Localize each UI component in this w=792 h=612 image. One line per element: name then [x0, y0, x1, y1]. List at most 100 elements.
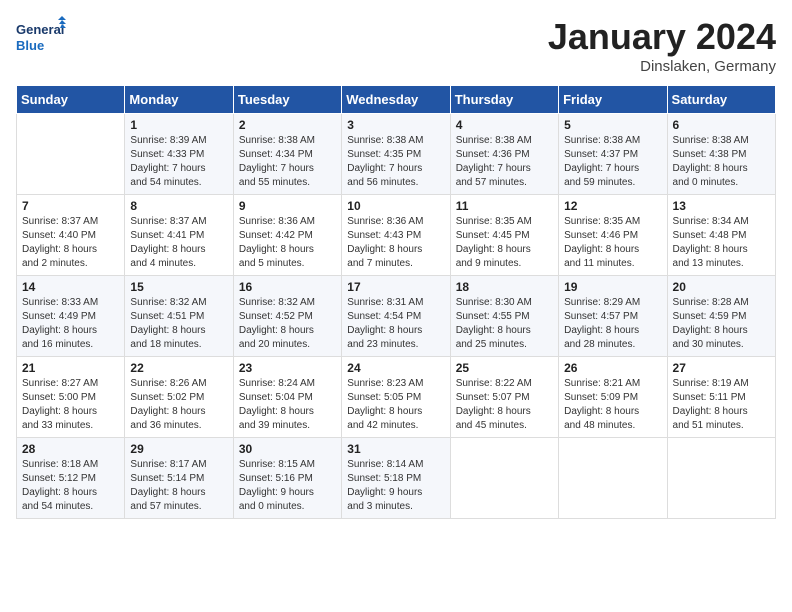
calendar-cell: 7 Sunrise: 8:37 AMSunset: 4:40 PMDaylight… [17, 195, 125, 276]
calendar-table: SundayMondayTuesdayWednesdayThursdayFrid… [16, 85, 776, 519]
day-info: Sunrise: 8:14 AMSunset: 5:18 PMDaylight:… [347, 458, 444, 514]
calendar-cell: 19 Sunrise: 8:29 AMSunset: 4:57 PMDayligh… [559, 276, 667, 357]
calendar-cell: 29 Sunrise: 8:17 AMSunset: 5:14 PMDayligh… [125, 438, 233, 519]
day-number: 17 [347, 280, 444, 294]
day-number: 22 [130, 361, 227, 375]
day-info: Sunrise: 8:18 AMSunset: 5:12 PMDaylight:… [22, 458, 119, 514]
day-info: Sunrise: 8:36 AMSunset: 4:43 PMDaylight:… [347, 215, 444, 271]
day-info: Sunrise: 8:26 AMSunset: 5:02 PMDaylight:… [130, 377, 227, 433]
day-info: Sunrise: 8:37 AMSunset: 4:40 PMDaylight:… [22, 215, 119, 271]
calendar-cell: 1Sunrise: 8:39 AMSunset: 4:33 PMDaylight… [125, 114, 233, 195]
calendar-cell [17, 114, 125, 195]
svg-text:General: General [16, 22, 64, 37]
day-info: Sunrise: 8:24 AMSunset: 5:04 PMDaylight:… [239, 377, 336, 433]
day-number: 27 [673, 361, 770, 375]
calendar-cell: 13Sunrise: 8:34 AMSunset: 4:48 PMDayligh… [667, 195, 775, 276]
calendar-cell [559, 438, 667, 519]
day-info: Sunrise: 8:33 AMSunset: 4:49 PMDaylight:… [22, 296, 119, 352]
day-header-friday: Friday [559, 86, 667, 114]
calendar-cell: 22 Sunrise: 8:26 AMSunset: 5:02 PMDayligh… [125, 357, 233, 438]
day-number: 9 [239, 199, 336, 213]
day-number: 11 [456, 199, 553, 213]
day-info: Sunrise: 8:38 AMSunset: 4:36 PMDaylight:… [456, 134, 553, 190]
day-number: 4 [456, 118, 553, 132]
day-number: 31 [347, 442, 444, 456]
day-number: 21 [22, 361, 119, 375]
day-number: 16 [239, 280, 336, 294]
location-subtitle: Dinslaken, Germany [548, 58, 776, 75]
day-number: 29 [130, 442, 227, 456]
day-number: 12 [564, 199, 661, 213]
day-number: 5 [564, 118, 661, 132]
calendar-cell: 26 Sunrise: 8:21 AMSunset: 5:09 PMDayligh… [559, 357, 667, 438]
day-number: 8 [130, 199, 227, 213]
day-info: Sunrise: 8:34 AMSunset: 4:48 PMDaylight:… [673, 215, 770, 271]
day-number: 26 [564, 361, 661, 375]
day-number: 23 [239, 361, 336, 375]
calendar-cell: 5 Sunrise: 8:38 AMSunset: 4:37 PMDaylight… [559, 114, 667, 195]
calendar-cell: 11 Sunrise: 8:35 AMSunset: 4:45 PMDayligh… [450, 195, 558, 276]
calendar-cell: 21 Sunrise: 8:27 AMSunset: 5:00 PMDayligh… [17, 357, 125, 438]
day-info: Sunrise: 8:23 AMSunset: 5:05 PMDaylight:… [347, 377, 444, 433]
day-info: Sunrise: 8:15 AMSunset: 5:16 PMDaylight:… [239, 458, 336, 514]
calendar-cell: 3Sunrise: 8:38 AMSunset: 4:35 PMDaylight… [342, 114, 450, 195]
day-number: 30 [239, 442, 336, 456]
day-number: 25 [456, 361, 553, 375]
day-header-saturday: Saturday [667, 86, 775, 114]
day-info: Sunrise: 8:28 AMSunset: 4:59 PMDaylight:… [673, 296, 770, 352]
day-number: 6 [673, 118, 770, 132]
day-info: Sunrise: 8:38 AMSunset: 4:34 PMDaylight:… [239, 134, 336, 190]
calendar-cell: 25 Sunrise: 8:22 AMSunset: 5:07 PMDayligh… [450, 357, 558, 438]
day-info: Sunrise: 8:32 AMSunset: 4:52 PMDaylight:… [239, 296, 336, 352]
day-info: Sunrise: 8:35 AMSunset: 4:46 PMDaylight:… [564, 215, 661, 271]
day-number: 7 [22, 199, 119, 213]
day-number: 19 [564, 280, 661, 294]
day-info: Sunrise: 8:39 AMSunset: 4:33 PMDaylight:… [130, 134, 227, 190]
day-number: 18 [456, 280, 553, 294]
day-info: Sunrise: 8:21 AMSunset: 5:09 PMDaylight:… [564, 377, 661, 433]
week-row-4: 21 Sunrise: 8:27 AMSunset: 5:00 PMDayligh… [17, 357, 776, 438]
day-info: Sunrise: 8:27 AMSunset: 5:00 PMDaylight:… [22, 377, 119, 433]
day-info: Sunrise: 8:35 AMSunset: 4:45 PMDaylight:… [456, 215, 553, 271]
week-row-1: 1Sunrise: 8:39 AMSunset: 4:33 PMDaylight… [17, 114, 776, 195]
day-number: 28 [22, 442, 119, 456]
day-header-thursday: Thursday [450, 86, 558, 114]
day-info: Sunrise: 8:38 AMSunset: 4:37 PMDaylight:… [564, 134, 661, 190]
title-block: January 2024 Dinslaken, Germany [548, 16, 776, 75]
week-row-2: 7 Sunrise: 8:37 AMSunset: 4:40 PMDaylight… [17, 195, 776, 276]
day-header-tuesday: Tuesday [233, 86, 341, 114]
day-number: 10 [347, 199, 444, 213]
day-info: Sunrise: 8:38 AMSunset: 4:38 PMDaylight:… [673, 134, 770, 190]
day-info: Sunrise: 8:19 AMSunset: 5:11 PMDaylight:… [673, 377, 770, 433]
calendar-cell: 8 Sunrise: 8:37 AMSunset: 4:41 PMDaylight… [125, 195, 233, 276]
calendar-cell: 14Sunrise: 8:33 AMSunset: 4:49 PMDayligh… [17, 276, 125, 357]
day-info: Sunrise: 8:37 AMSunset: 4:41 PMDaylight:… [130, 215, 227, 271]
day-number: 15 [130, 280, 227, 294]
calendar-cell: 31 Sunrise: 8:14 AMSunset: 5:18 PMDayligh… [342, 438, 450, 519]
calendar-cell: 4 Sunrise: 8:38 AMSunset: 4:36 PMDaylight… [450, 114, 558, 195]
day-header-monday: Monday [125, 86, 233, 114]
calendar-cell [667, 438, 775, 519]
day-info: Sunrise: 8:32 AMSunset: 4:51 PMDaylight:… [130, 296, 227, 352]
calendar-cell: 6 Sunrise: 8:38 AMSunset: 4:38 PMDaylight… [667, 114, 775, 195]
calendar-cell [450, 438, 558, 519]
month-title: January 2024 [548, 16, 776, 58]
calendar-cell: 16 Sunrise: 8:32 AMSunset: 4:52 PMDayligh… [233, 276, 341, 357]
calendar-cell: 17Sunrise: 8:31 AMSunset: 4:54 PMDayligh… [342, 276, 450, 357]
calendar-cell: 27 Sunrise: 8:19 AMSunset: 5:11 PMDayligh… [667, 357, 775, 438]
day-header-sunday: Sunday [17, 86, 125, 114]
day-info: Sunrise: 8:22 AMSunset: 5:07 PMDaylight:… [456, 377, 553, 433]
week-row-3: 14Sunrise: 8:33 AMSunset: 4:49 PMDayligh… [17, 276, 776, 357]
logo: General Blue [16, 16, 66, 60]
day-number: 3 [347, 118, 444, 132]
day-header-wednesday: Wednesday [342, 86, 450, 114]
calendar-cell: 30 Sunrise: 8:15 AMSunset: 5:16 PMDayligh… [233, 438, 341, 519]
day-number: 2 [239, 118, 336, 132]
day-info: Sunrise: 8:29 AMSunset: 4:57 PMDaylight:… [564, 296, 661, 352]
calendar-cell: 28 Sunrise: 8:18 AMSunset: 5:12 PMDayligh… [17, 438, 125, 519]
calendar-cell: 23 Sunrise: 8:24 AMSunset: 5:04 PMDayligh… [233, 357, 341, 438]
calendar-cell: 12 Sunrise: 8:35 AMSunset: 4:46 PMDayligh… [559, 195, 667, 276]
logo-svg: General Blue [16, 16, 66, 60]
calendar-cell: 20Sunrise: 8:28 AMSunset: 4:59 PMDayligh… [667, 276, 775, 357]
day-info: Sunrise: 8:17 AMSunset: 5:14 PMDaylight:… [130, 458, 227, 514]
